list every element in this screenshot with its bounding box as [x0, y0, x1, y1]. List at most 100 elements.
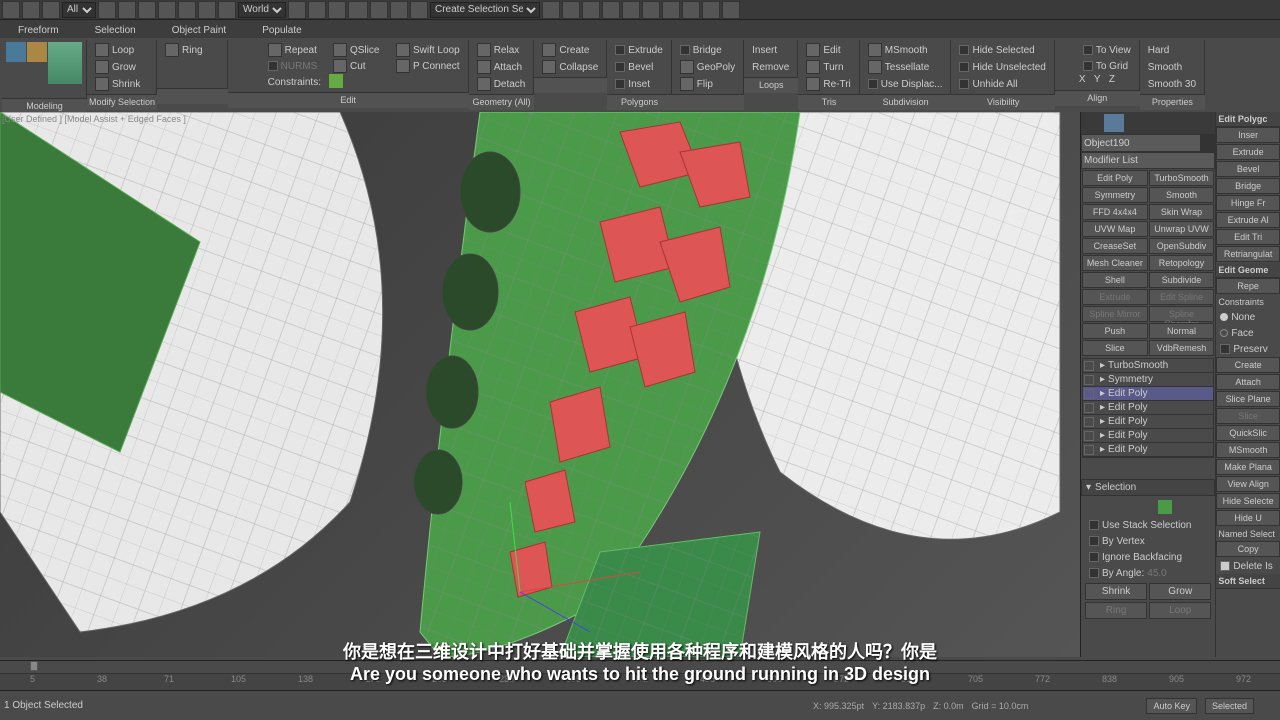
constraint-normal-icon[interactable] — [374, 74, 388, 88]
selection-rollout[interactable]: ▾Selection — [1081, 479, 1215, 496]
constraint-face[interactable]: Face — [1216, 325, 1280, 341]
mod-splinechamfer[interactable]: Spline Chamfer — [1149, 306, 1215, 322]
smooth30-button[interactable]: Smooth 30 — [1144, 76, 1200, 92]
outline-icon[interactable] — [209, 57, 223, 71]
use-stack-checkbox[interactable]: Use Stack Selection — [1085, 517, 1211, 533]
snap3-icon[interactable] — [348, 1, 368, 19]
mod-smooth[interactable]: Smooth — [1149, 187, 1215, 203]
tab-freeform[interactable]: Freeform — [10, 23, 67, 38]
by-vertex-checkbox[interactable]: By Vertex — [1085, 533, 1211, 549]
constraint-face-icon[interactable] — [359, 74, 373, 88]
mod-ffd[interactable]: FFD 4x4x4 — [1082, 204, 1148, 220]
constraint-none[interactable]: None — [1216, 309, 1280, 325]
color-swatch[interactable] — [1201, 134, 1215, 152]
dot-ring-icon[interactable] — [174, 60, 186, 72]
e-quickslice[interactable]: QuickSlic — [1216, 425, 1280, 441]
loop-button[interactable]: Loop — [91, 42, 152, 58]
e-copy[interactable]: Copy — [1216, 541, 1280, 557]
e-edittri[interactable]: Edit Tri — [1216, 229, 1280, 245]
link-icon[interactable] — [42, 1, 60, 19]
e-attach[interactable]: Attach — [1216, 374, 1280, 390]
remove-button[interactable]: Remove — [748, 59, 793, 75]
e-extrudeal[interactable]: Extrude Al — [1216, 212, 1280, 228]
x-icon[interactable]: X — [1079, 74, 1093, 88]
pconnect-button[interactable]: P Connect — [392, 58, 464, 74]
tab-objectpaint[interactable]: Object Paint — [164, 23, 234, 38]
scale-icon[interactable] — [198, 1, 216, 19]
mod-skinwrap[interactable]: Skin Wrap — [1149, 204, 1215, 220]
stack-row-selected[interactable]: ▸Edit Poly — [1083, 387, 1213, 401]
mod-unwrap[interactable]: Unwrap UVW — [1149, 221, 1215, 237]
material-icon[interactable] — [662, 1, 680, 19]
repeat-button[interactable]: Repeat — [264, 42, 325, 58]
e-insert[interactable]: Inser — [1216, 127, 1280, 143]
mod-turbosmooth[interactable]: TurboSmooth — [1149, 170, 1215, 186]
makeplanar-icon[interactable] — [1059, 42, 1077, 84]
e-viewalign[interactable]: View Align — [1216, 476, 1280, 492]
e-slice[interactable]: Slice — [1216, 408, 1280, 424]
autokey-button[interactable]: Auto Key — [1146, 698, 1197, 714]
window-icon[interactable] — [138, 1, 156, 19]
utilities-tab-icon[interactable] — [1188, 114, 1208, 132]
shrink-button[interactable]: Shrink — [91, 76, 152, 92]
render-icon[interactable] — [722, 1, 740, 19]
filter-dropdown[interactable]: All — [62, 2, 96, 18]
mod-uvwmap[interactable]: UVW Map — [1082, 221, 1148, 237]
turn-button[interactable]: Turn — [802, 59, 854, 75]
tab-populate[interactable]: Populate — [254, 23, 309, 38]
z-icon[interactable]: Z — [1109, 74, 1123, 88]
ring-sel-button[interactable]: Ring — [1085, 602, 1147, 619]
smooth-button[interactable]: Smooth — [1144, 59, 1200, 75]
render-frame-icon[interactable] — [702, 1, 720, 19]
mod-editspline[interactable]: Edit Spline — [1149, 289, 1215, 305]
goto-start-icon[interactable] — [1036, 699, 1050, 713]
motion-tab-icon[interactable] — [1146, 114, 1166, 132]
stack-row[interactable]: ▸Symmetry — [1083, 373, 1213, 387]
undo-icon[interactable] — [2, 1, 20, 19]
mod-editpoly[interactable]: Edit Poly — [1082, 170, 1148, 186]
displace-button[interactable]: Use Displac... — [864, 76, 947, 92]
so-border-icon[interactable] — [1141, 500, 1155, 514]
play-icon[interactable] — [1080, 699, 1094, 713]
stack-row[interactable]: ▸Edit Poly — [1083, 415, 1213, 429]
prev-frame-icon[interactable] — [1058, 699, 1072, 713]
mirror-icon[interactable] — [542, 1, 560, 19]
percent-snap-icon[interactable] — [370, 1, 388, 19]
pin-stack-icon[interactable] — [1083, 461, 1099, 477]
curve-editor-icon[interactable] — [622, 1, 640, 19]
element-mode-icon[interactable] — [48, 42, 82, 84]
e-extrude[interactable]: Extrude — [1216, 144, 1280, 160]
mod-extrude[interactable]: Extrude — [1082, 289, 1148, 305]
ignore-back-checkbox[interactable]: Ignore Backfacing — [1085, 549, 1211, 565]
so-polygon-icon[interactable] — [1158, 500, 1172, 514]
e-makeplanar[interactable]: Make Plana — [1216, 459, 1280, 475]
display-tab-icon[interactable] — [1167, 114, 1187, 132]
tessellate-button[interactable]: Tessellate — [864, 59, 947, 75]
detach-button[interactable]: Detach — [473, 76, 530, 92]
mod-push[interactable]: Push — [1082, 323, 1148, 339]
swiftloop-button[interactable]: Swift Loop — [392, 42, 464, 58]
key-filters-icon[interactable] — [1262, 699, 1276, 713]
pivot-icon[interactable] — [288, 1, 306, 19]
e-create[interactable]: Create — [1216, 357, 1280, 373]
layer-icon[interactable] — [582, 1, 600, 19]
so-edge-icon[interactable] — [1124, 500, 1138, 514]
spinner-snap-icon[interactable] — [390, 1, 408, 19]
create-tab-icon[interactable] — [1083, 114, 1103, 132]
mod-vdbremesh[interactable]: VdbRemesh — [1149, 340, 1215, 356]
modifier-list-dropdown[interactable]: Modifier List — [1081, 152, 1215, 169]
selection-set-dropdown[interactable]: Create Selection Se — [430, 2, 540, 18]
delete-iso-checkbox[interactable]: Delete Is — [1216, 558, 1280, 574]
hierarchy-tab-icon[interactable] — [1125, 114, 1145, 132]
selected-filter-button[interactable]: Selected — [1205, 698, 1254, 714]
inset-button[interactable]: Inset — [611, 76, 666, 92]
unhideall-button[interactable]: Unhide All — [955, 76, 1049, 92]
placement-icon[interactable] — [218, 1, 236, 19]
object-name-input[interactable] — [1081, 134, 1201, 152]
coordspace-dropdown[interactable]: World — [238, 2, 286, 18]
step-loop-icon[interactable] — [161, 74, 173, 86]
e-hideu[interactable]: Hide U — [1216, 510, 1280, 526]
retri-button[interactable]: Re-Tri — [802, 76, 854, 92]
bevel-button[interactable]: Bevel — [611, 59, 666, 75]
mod-retopology[interactable]: Retopology — [1149, 255, 1215, 271]
